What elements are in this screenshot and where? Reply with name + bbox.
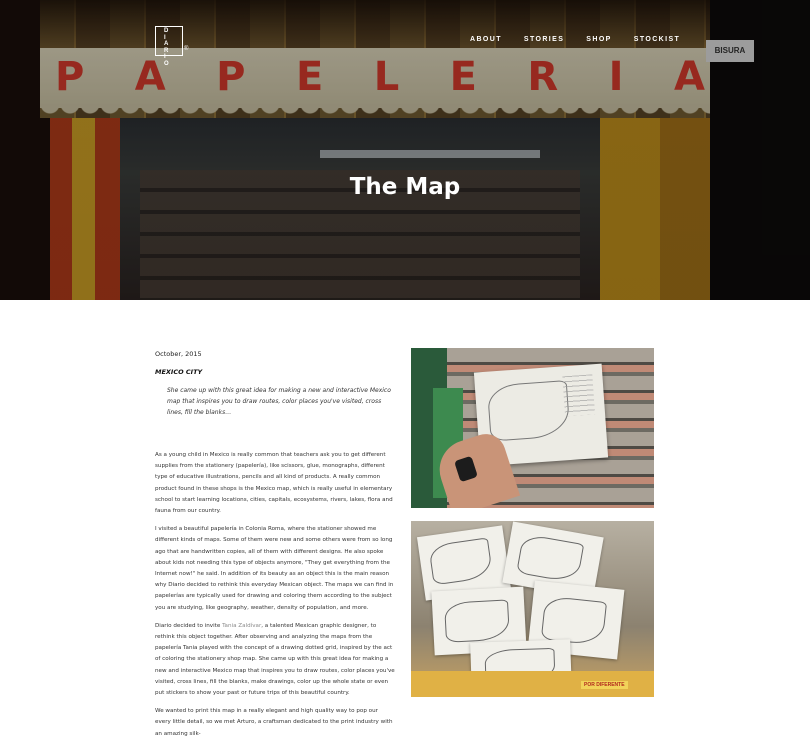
article-paragraph-2: I visited a beautiful papelería in Colon… xyxy=(155,526,394,611)
hero-banner: PAPELERIA BISURA DIARIO ® ABOUT STORIES … xyxy=(0,0,810,300)
logo-registered: ® xyxy=(184,46,189,52)
photo-map-collection: POR DIFERENTE xyxy=(411,521,654,697)
diario-logo[interactable]: DIARIO ® xyxy=(155,26,191,67)
article-location: MEXICO CITY xyxy=(155,368,203,376)
logo-letters: DIARIO xyxy=(164,28,169,67)
map-outline xyxy=(516,533,585,584)
nav-stories[interactable]: STORIES xyxy=(524,36,564,43)
article-date: October, 2015 xyxy=(155,350,202,358)
page-title: The Map xyxy=(349,174,461,200)
article-paragraph-3: Diario decided to invite Tania Zaldívar,… xyxy=(155,621,395,699)
logo-letter: A xyxy=(164,41,169,47)
map-grid xyxy=(562,374,596,417)
hero-overlay xyxy=(0,0,810,300)
nav-stockist[interactable]: STOCKIST xyxy=(634,36,680,43)
paragraph-3-text-b: , a talented Mexican graphic designer, t… xyxy=(155,622,395,697)
nav-about[interactable]: ABOUT xyxy=(470,36,502,43)
article-paragraph-4: We wanted to print this map in a really … xyxy=(155,708,393,737)
article-body: October, 2015 MEXICO CITY She came up wi… xyxy=(155,350,395,747)
photo2-label: POR DIFERENTE xyxy=(581,681,628,689)
photo-hand-holding-map xyxy=(411,348,654,508)
map-outline xyxy=(443,599,511,643)
nav-shop[interactable]: SHOP xyxy=(586,36,611,43)
map-outline xyxy=(428,537,494,586)
map-outline xyxy=(540,595,608,646)
logo-letter: O xyxy=(164,60,170,67)
map-outline xyxy=(486,380,571,442)
paragraph-3-text-a: Diario decided to invite xyxy=(155,622,223,629)
logo-letter: D xyxy=(164,28,169,34)
article-paragraph-1: As a young child in Mexico is really com… xyxy=(155,452,393,515)
designer-link[interactable]: Tania Zaldívar xyxy=(222,623,261,629)
main-nav: ABOUT STORIES SHOP STOCKIST xyxy=(470,36,680,43)
article-quote: She came up with this great idea for mak… xyxy=(167,387,391,416)
